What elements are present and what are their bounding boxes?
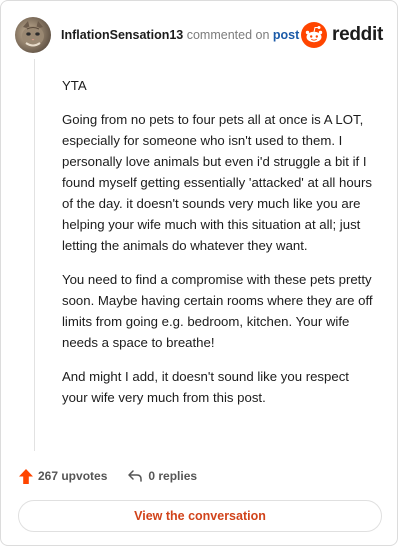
commented-on-text: commented on (186, 28, 270, 42)
post-link[interactable]: post (273, 28, 299, 42)
thread-line[interactable] (34, 59, 35, 451)
reddit-snoo-icon (301, 22, 328, 48)
user-avatar[interactable] (15, 17, 51, 53)
comment-paragraph: And might I add, it doesn't sound like y… (62, 369, 349, 405)
comment-paragraph: YTA (62, 78, 87, 93)
reply-arrow-icon (128, 470, 143, 482)
username-link[interactable]: InflationSensation13 (61, 28, 183, 42)
cat-avatar-image (22, 21, 44, 47)
reddit-wordmark: reddit (332, 24, 383, 45)
upvote-button[interactable]: 267 upvotes (19, 468, 108, 484)
comment-header: InflationSensation13 commented on post r… (15, 15, 383, 55)
upvote-count: 267 upvotes (38, 469, 108, 483)
comment-paragraph: You need to find a compromise with these… (62, 272, 373, 350)
comment-card: InflationSensation13 commented on post r… (0, 0, 398, 546)
comment-meta: InflationSensation13 commented on post (61, 28, 299, 42)
reply-count: 0 replies (148, 469, 198, 483)
reddit-logo[interactable]: reddit (301, 22, 383, 48)
comment-paragraph: Going from no pets to four pets all at o… (62, 112, 372, 253)
comment-actions: 267 upvotes 0 replies (19, 465, 197, 487)
reply-button[interactable]: 0 replies (127, 469, 197, 483)
upvote-arrow-icon (19, 468, 33, 484)
comment-body: YTA Going from no pets to four pets all … (62, 75, 378, 421)
view-conversation-button[interactable]: View the conversation (18, 500, 382, 532)
